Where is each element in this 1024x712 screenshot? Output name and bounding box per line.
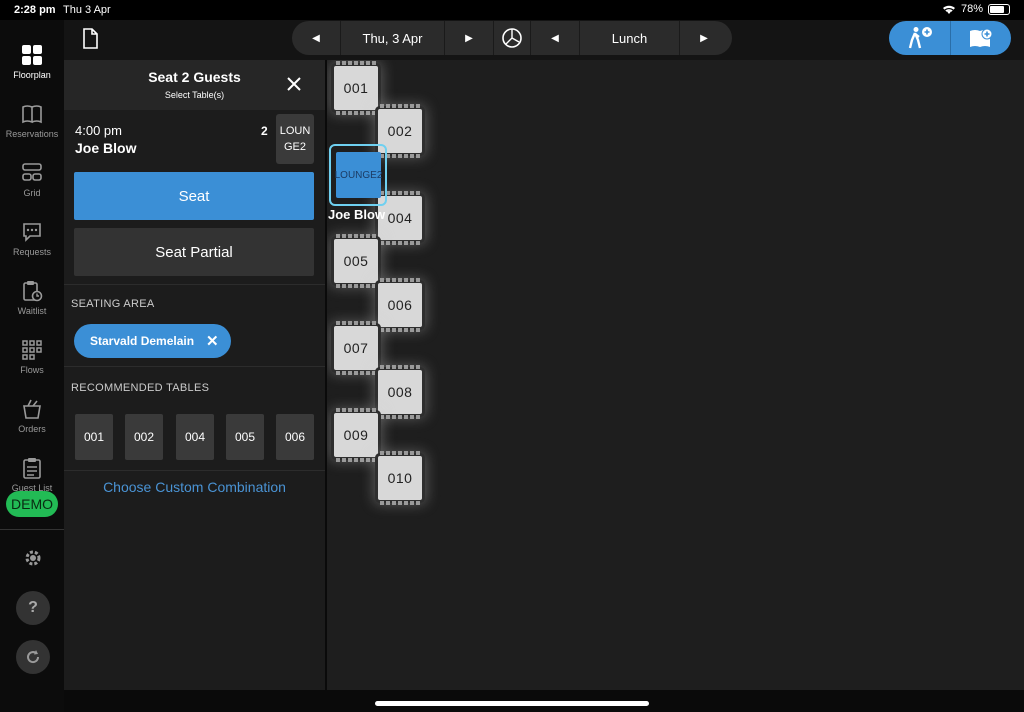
nav-item-orders[interactable]: Orders — [0, 394, 64, 446]
recommended-table[interactable]: 004 — [176, 414, 214, 460]
nav-label: Grid — [23, 188, 41, 198]
selected-table-highlight[interactable]: LOUNGE2 — [329, 144, 387, 206]
divider — [64, 366, 325, 367]
floor-table-010[interactable]: 010 — [378, 451, 422, 505]
recommended-table[interactable]: 006 — [276, 414, 314, 460]
prev-date-button[interactable]: ◀ — [292, 21, 340, 55]
seat-partial-button[interactable]: Seat Partial — [74, 228, 314, 276]
assigned-table: LOUNGE2 — [276, 114, 314, 164]
recommended-table[interactable]: 005 — [226, 414, 264, 460]
home-indicator[interactable] — [375, 701, 649, 706]
nav-item-flows[interactable]: Flows — [0, 335, 64, 387]
reservation-time: 4:00 pm — [75, 123, 122, 138]
floor-table-001[interactable]: 001 — [334, 61, 378, 115]
status-time: 2:28 pm — [14, 4, 56, 16]
action-buttons — [889, 21, 1011, 55]
divider — [64, 284, 325, 285]
status-date: Thu 3 Apr — [63, 4, 111, 16]
nav-item-requests[interactable]: Requests — [0, 217, 64, 269]
add-reservation-button[interactable] — [950, 21, 1011, 55]
recommended-table[interactable]: 001 — [75, 414, 113, 460]
add-reservation-icon — [970, 28, 993, 47]
gear-icon — [25, 550, 41, 566]
floor-plan: 001 002 004 005 006 007 008 009 010 LOUN… — [327, 60, 1024, 690]
seating-area-chip[interactable]: Starvald Demelain ✕ — [74, 324, 231, 358]
left-nav: Floorplan Reservations Grid Requests Wai… — [0, 20, 64, 712]
seat-button[interactable]: Seat — [74, 172, 314, 220]
battery-icon — [988, 3, 1010, 15]
seated-guest-label: Joe Blow — [328, 207, 386, 222]
party-size: 2 — [261, 124, 268, 138]
prev-service-button[interactable]: ◀ — [531, 21, 579, 55]
chevron-right-icon: ▶ — [700, 32, 708, 44]
floorplan-icon — [22, 45, 42, 65]
takeaway-icon — [23, 399, 41, 419]
divider — [64, 470, 325, 471]
floor-table-007[interactable]: 007 — [334, 321, 378, 375]
nav-label: Requests — [12, 247, 52, 257]
demo-badge: DEMO — [6, 491, 58, 517]
nav-label: Reservations — [5, 129, 59, 139]
clipboard-clock-icon — [23, 281, 43, 302]
help-icon: ? — [28, 599, 38, 616]
custom-combination-link[interactable]: Choose Custom Combination — [64, 479, 325, 495]
document-icon[interactable] — [80, 28, 100, 50]
top-bar: ◀ Thu, 3 Apr ▶ ◀ Lunch ▶ — [64, 20, 1024, 60]
help-button[interactable]: ? — [16, 591, 50, 625]
shift-button[interactable] — [493, 21, 531, 55]
recommended-tables-heading: RECOMMENDED TABLES — [71, 382, 210, 394]
floor-table-008[interactable]: 008 — [378, 365, 422, 419]
chevron-left-icon: ◀ — [551, 32, 559, 44]
nav-item-waitlist[interactable]: Waitlist — [0, 276, 64, 328]
nav-label: Floorplan — [13, 70, 51, 80]
seat-guests-panel: Seat 2 Guests Select Table(s) 4:00 pm Jo… — [64, 60, 325, 690]
chevron-right-icon: ▶ — [465, 32, 473, 44]
refresh-icon — [27, 650, 40, 664]
seating-area-heading: SEATING AREA — [71, 298, 155, 310]
clock-shift-icon — [502, 28, 522, 48]
reservation-guest: Joe Blow — [75, 140, 137, 156]
floor-table-005[interactable]: 005 — [334, 234, 378, 288]
floor-table-006[interactable]: 006 — [378, 278, 422, 332]
service-label[interactable]: Lunch — [579, 21, 680, 55]
chat-icon — [23, 223, 41, 242]
battery-percent: 78% — [960, 3, 983, 15]
settings-button[interactable] — [16, 541, 50, 575]
status-right: 78% — [942, 3, 1010, 15]
seating-area-label: Starvald Demelain — [90, 334, 195, 348]
recommended-table[interactable]: 002 — [125, 414, 163, 460]
status-bar: 2:28 pm Thu 3 Apr 78% — [0, 0, 1024, 20]
nav-divider — [0, 529, 64, 530]
wifi-icon — [942, 5, 955, 14]
nav-label: Flows — [20, 365, 44, 375]
next-date-button[interactable]: ▶ — [445, 21, 493, 55]
floor-table-lounge2[interactable]: LOUNGE2 — [335, 152, 382, 198]
floor-table-009[interactable]: 009 — [334, 408, 378, 462]
nav-item-grid[interactable]: Grid — [0, 158, 64, 210]
walk-in-button[interactable] — [889, 21, 950, 55]
date-service-selector: ◀ Thu, 3 Apr ▶ ◀ Lunch ▶ — [292, 21, 732, 55]
nav-label: Waitlist — [17, 306, 47, 316]
book-icon — [22, 105, 42, 124]
close-icon[interactable] — [284, 74, 304, 94]
guest-list-icon — [23, 458, 41, 479]
chevron-left-icon: ◀ — [312, 32, 320, 44]
nav-label: Orders — [18, 424, 46, 434]
refresh-button[interactable] — [16, 640, 50, 674]
walk-in-icon — [908, 27, 932, 49]
remove-chip-icon[interactable]: ✕ — [206, 332, 219, 350]
date-label[interactable]: Thu, 3 Apr — [340, 21, 445, 55]
nav-item-floorplan[interactable]: Floorplan — [0, 40, 64, 92]
grid-icon — [22, 163, 42, 181]
flows-icon — [22, 340, 42, 360]
panel-header: Seat 2 Guests Select Table(s) — [64, 60, 325, 110]
nav-item-reservations[interactable]: Reservations — [0, 99, 64, 151]
next-service-button[interactable]: ▶ — [680, 21, 728, 55]
